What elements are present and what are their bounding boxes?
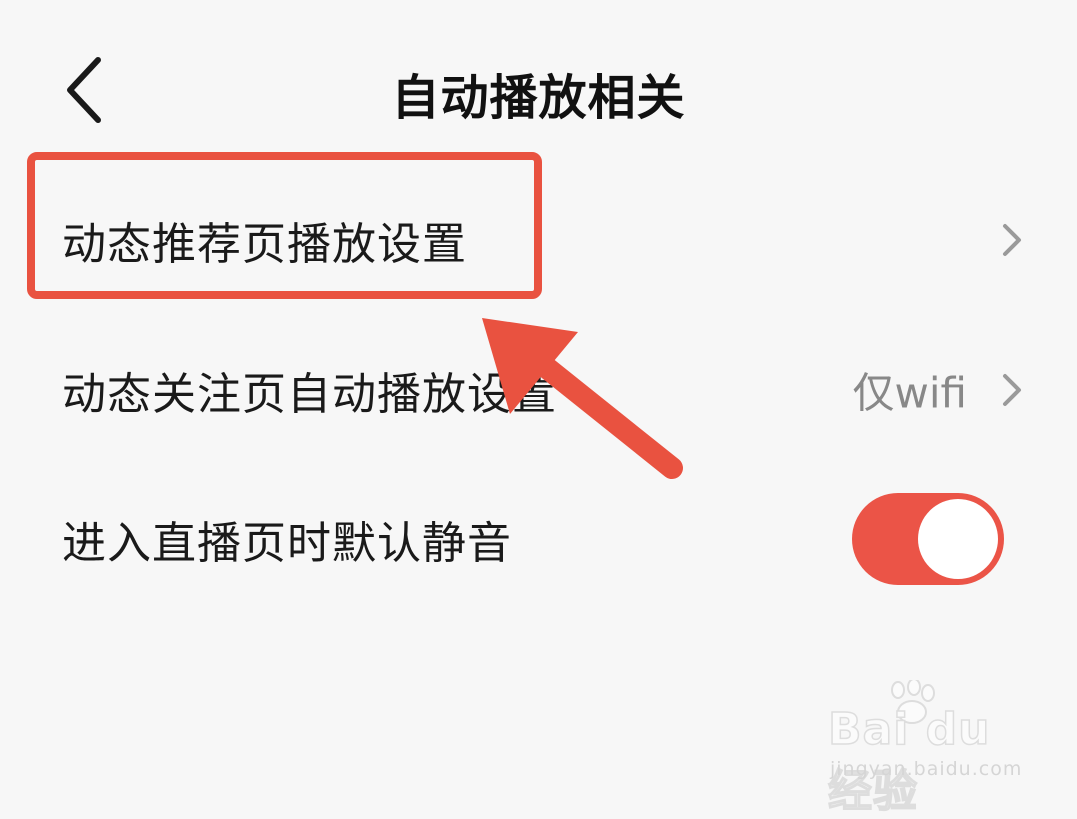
watermark-url: jingyan.baidu.com bbox=[830, 758, 1023, 780]
setting-label: 进入直播页时默认静音 bbox=[62, 518, 512, 569]
chevron-right-icon bbox=[999, 220, 1025, 260]
setting-label: 动态关注页自动播放设置 bbox=[62, 369, 557, 420]
page-title: 自动播放相关 bbox=[391, 70, 686, 126]
toggle-knob bbox=[918, 499, 998, 579]
setting-value: 仅wifi bbox=[852, 368, 967, 418]
setting-row-follow-autoplay[interactable]: 动态关注页自动播放设置 仅wifi bbox=[0, 335, 1077, 445]
chevron-right-icon bbox=[999, 370, 1025, 410]
mute-toggle-switch[interactable] bbox=[852, 493, 1004, 585]
setting-row-recommend-playback[interactable]: 动态推荐页播放设置 bbox=[0, 185, 1077, 295]
watermark: Bai du 经验 jingyan.baidu.com bbox=[822, 680, 1032, 818]
header: 自动播放相关 bbox=[0, 0, 1077, 180]
setting-label: 动态推荐页播放设置 bbox=[62, 219, 467, 270]
setting-row-live-mute: 进入直播页时默认静音 bbox=[0, 484, 1077, 594]
